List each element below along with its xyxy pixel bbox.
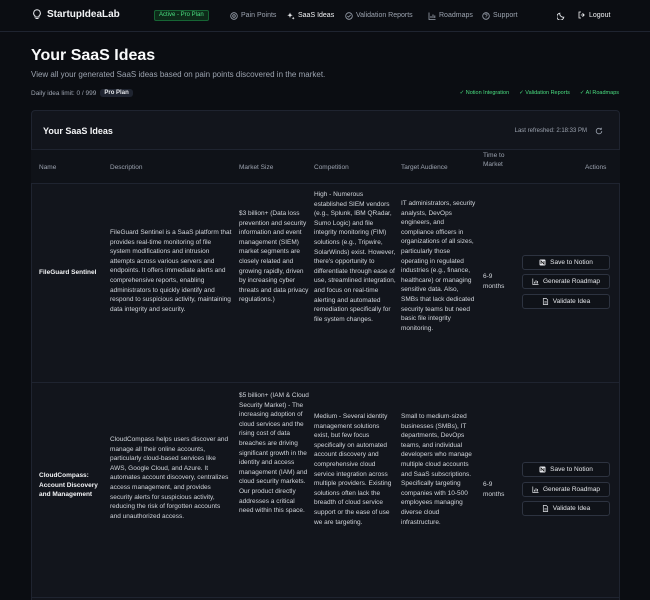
- check-circle-icon: [345, 11, 353, 20]
- save-to-notion-button[interactable]: Save to Notion: [522, 255, 610, 270]
- daily-limit-text: Daily idea limit: 0 / 999: [31, 89, 97, 97]
- col-name: Name: [39, 164, 57, 171]
- card-title: Your SaaS Ideas: [43, 126, 113, 136]
- idea-time-to-market: 6-9 months: [483, 273, 505, 290]
- col-description: Description: [110, 164, 143, 171]
- logout-button[interactable]: Logout: [578, 11, 610, 19]
- document-icon: [542, 298, 548, 305]
- top-navbar: StartupIdeaLab Active - Pro Plan Pain Po…: [0, 0, 650, 32]
- validate-idea-button[interactable]: Validate Idea: [522, 294, 610, 309]
- target-icon: [230, 11, 238, 20]
- feature-notion: ✓ Notion Integration: [459, 90, 510, 96]
- nav-saas-ideas[interactable]: SaaS Ideas: [287, 11, 334, 20]
- refresh-icon[interactable]: [595, 127, 603, 135]
- idea-competition: Medium - Several identity management sol…: [314, 413, 392, 526]
- plan-pill: Pro Plan: [100, 89, 133, 97]
- idea-time-to-market: 6-9 months: [483, 481, 505, 498]
- notion-icon: [539, 466, 546, 473]
- feature-validation: ✓ Validation Reports: [519, 90, 570, 96]
- last-refreshed: Last refreshed: 2:18:33 PM: [514, 128, 587, 134]
- idea-description: FileGuard Sentinel is a SaaS platform th…: [110, 229, 232, 313]
- chart-bar-icon: [428, 12, 436, 20]
- idea-competition: High - Numerous established SIEM vendors…: [314, 191, 396, 323]
- sparkles-icon: [287, 12, 295, 20]
- feature-list: ✓ Notion Integration ✓ Validation Report…: [460, 90, 619, 96]
- page-subtitle: View all your generated SaaS ideas based…: [31, 70, 326, 79]
- help-circle-icon: [482, 11, 490, 20]
- validate-idea-button[interactable]: Validate Idea: [522, 501, 610, 516]
- idea-name: CloudCompass: Account Discovery and Mana…: [39, 472, 98, 499]
- idea-description: CloudCompass helps users discover and ma…: [110, 436, 229, 520]
- feature-roadmaps: ✓ AI Roadmaps: [579, 90, 619, 96]
- col-target-audience: Target Audience: [401, 164, 448, 171]
- idea-target-audience: IT administrators, security analysts, De…: [401, 200, 476, 332]
- nav-validation-reports[interactable]: Validation Reports: [345, 11, 413, 20]
- idea-market-size: $3 billion+ (Data loss prevention and se…: [239, 210, 309, 304]
- logout-icon: [578, 11, 585, 19]
- moon-icon[interactable]: [557, 11, 566, 20]
- idea-name: FileGuard Sentinel: [39, 269, 97, 276]
- chart-bar-icon: [532, 278, 539, 285]
- document-icon: [542, 505, 548, 512]
- notion-icon: [539, 259, 546, 266]
- nav-support[interactable]: Support: [482, 11, 518, 20]
- generate-roadmap-button[interactable]: Generate Roadmap: [522, 274, 610, 289]
- col-actions: Actions: [585, 164, 607, 171]
- col-time-to-market: Time to Market: [483, 152, 505, 168]
- app-logo[interactable]: StartupIdeaLab: [32, 9, 120, 20]
- chart-bar-icon: [532, 486, 539, 493]
- idea-target-audience: Small to medium-sized businesses (SMBs),…: [401, 413, 472, 526]
- app-name: StartupIdeaLab: [47, 9, 120, 20]
- nav-pain-points[interactable]: Pain Points: [230, 11, 276, 20]
- idea-market-size: $5 billion+ (IAM & Cloud Security Market…: [239, 392, 309, 515]
- page-title: Your SaaS Ideas: [31, 47, 156, 64]
- generate-roadmap-button[interactable]: Generate Roadmap: [522, 482, 610, 497]
- col-competition: Competition: [314, 164, 349, 171]
- lightbulb-icon: [33, 9, 41, 19]
- daily-limit: Daily idea limit: 0 / 999 Pro Plan: [31, 89, 133, 97]
- save-to-notion-button[interactable]: Save to Notion: [522, 462, 610, 477]
- plan-status-badge: Active - Pro Plan: [154, 10, 209, 21]
- col-market-size: Market Size: [239, 164, 274, 171]
- nav-roadmaps[interactable]: Roadmaps: [428, 11, 473, 20]
